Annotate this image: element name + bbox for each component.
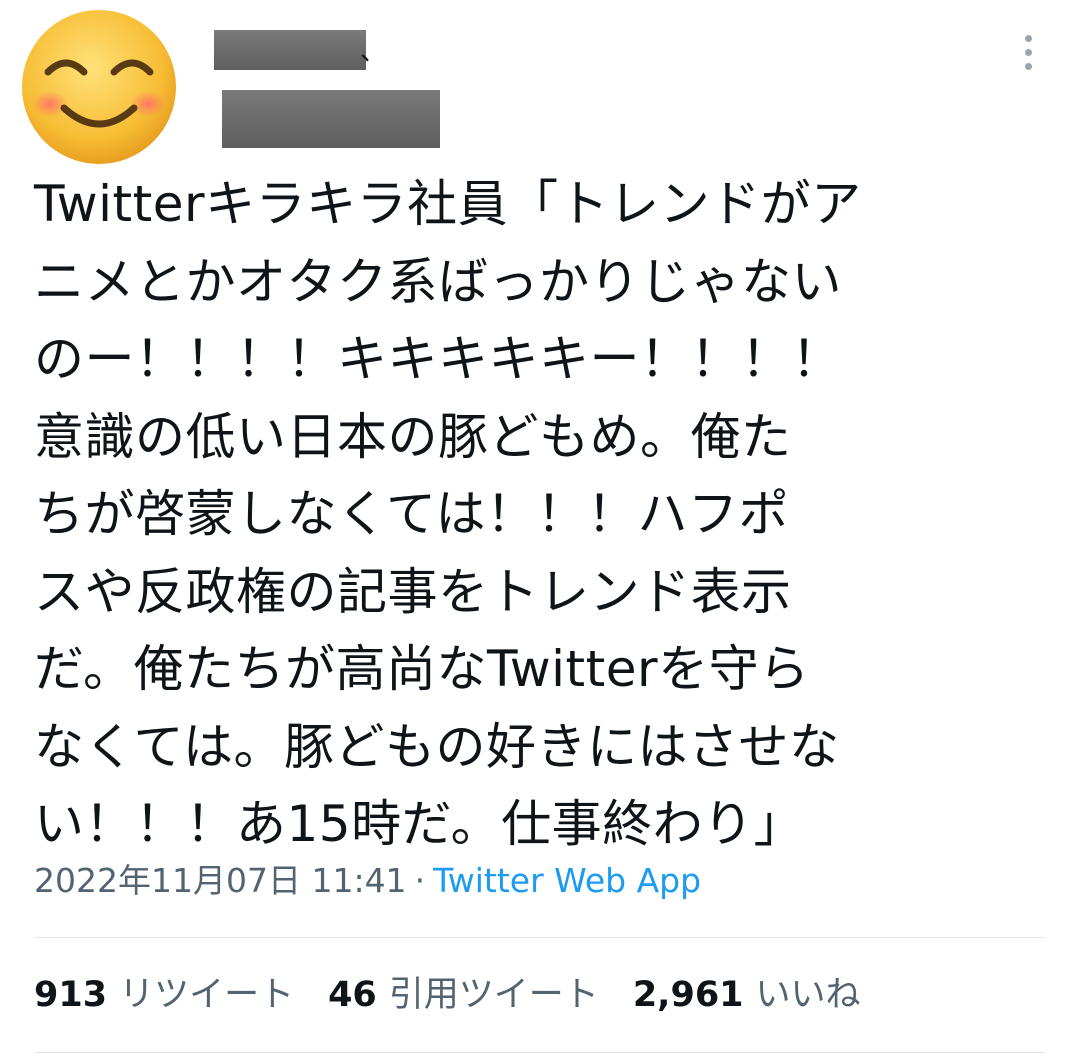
smiling-face-emoji-icon	[22, 10, 176, 164]
retweets-label: リツイート	[119, 975, 295, 1015]
retweets-stat[interactable]: 913 リツイート	[34, 975, 328, 1015]
likes-stat[interactable]: 2,961 いいね	[633, 975, 895, 1015]
tweet-timestamp[interactable]: 2022年11月07日 11:41	[34, 861, 407, 900]
tweet-text-line: ニメとかオタク系ばっかりじゃない	[34, 252, 842, 311]
meta-separator: ·	[414, 861, 426, 900]
tweet-text-line: スや反政権の記事をトレンド表示	[34, 562, 792, 621]
tweet-text-line: い！！！あ15時だ。仕事終わり」	[34, 795, 805, 853]
tweet-text-line: 意識の低い日本の豚どもめ。俺た	[34, 407, 792, 466]
more-options-button[interactable]	[1010, 32, 1046, 72]
divider	[34, 1052, 1045, 1053]
quotes-label: 引用ツイート	[388, 975, 599, 1015]
likes-count: 2,961	[632, 975, 744, 1015]
avatar[interactable]	[20, 8, 178, 166]
tweet-meta: 2022年11月07日 11:41 · Twitter Web App	[34, 856, 701, 906]
redacted-display-name[interactable]	[214, 30, 366, 70]
tweet-text-line: のー！！！！キキキキキー！！！！	[34, 330, 842, 388]
redacted-username[interactable]	[222, 90, 440, 148]
display-name-suffix: 、	[360, 37, 387, 67]
tweet-text-line: なくては。豚どもの好きにはさせな	[34, 717, 840, 776]
tweet-text-line: だ。俺たちが高尚なTwitterを守ら	[34, 640, 810, 698]
likes-label: いいね	[755, 975, 861, 1015]
more-icon-dot	[1024, 48, 1032, 56]
tweet-text: Twitterキラキラ社員「トレンドがア ニメとかオタク系ばっかりじゃない のー…	[34, 166, 1044, 864]
tweet-source-link[interactable]: Twitter Web App	[433, 861, 701, 900]
more-icon	[1024, 34, 1032, 42]
divider	[34, 937, 1045, 938]
tweet-text-line: Twitterキラキラ社員「トレンドがア	[34, 175, 862, 233]
quotes-count: 46	[328, 975, 377, 1015]
more-icon-dot	[1024, 62, 1032, 70]
quotes-stat[interactable]: 46 引用ツイート	[328, 975, 633, 1015]
tweet-stats: 913 リツイート 46 引用ツイート 2,961 いいね	[34, 968, 895, 1022]
retweets-count: 913	[34, 975, 108, 1015]
tweet-text-line: ちが啓蒙しなくては！！！ハフポ	[34, 485, 789, 543]
